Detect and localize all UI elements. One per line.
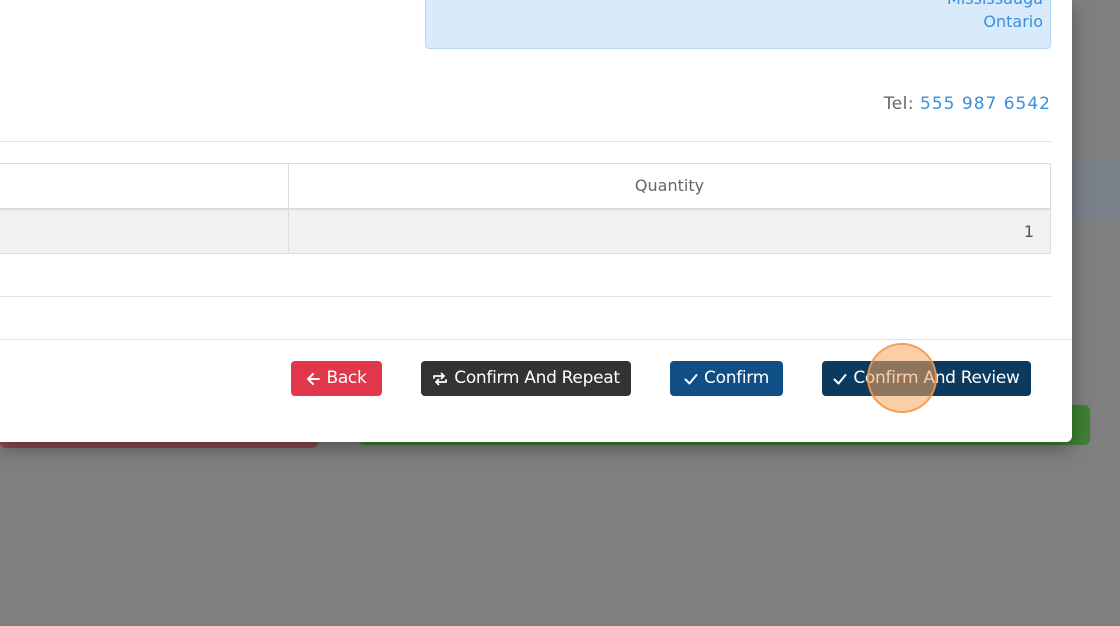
confirm-and-repeat-button[interactable]: Confirm And Repeat xyxy=(421,361,631,396)
confirm-and-review-label: Confirm And Review xyxy=(853,368,1020,388)
address-city[interactable]: Mississauga xyxy=(426,0,1043,10)
table-cell-quantity: 1 xyxy=(288,208,1051,254)
confirm-and-review-button[interactable]: Confirm And Review xyxy=(822,361,1031,396)
confirm-button-label: Confirm xyxy=(704,368,769,388)
tel-label: Tel: xyxy=(883,94,915,114)
back-button[interactable]: Back xyxy=(291,361,382,396)
tel-value[interactable]: 555 987 6542 xyxy=(920,94,1051,114)
divider xyxy=(0,141,1051,142)
back-button-label: Back xyxy=(326,368,367,388)
column-header-item xyxy=(0,163,289,210)
background-panel-strip xyxy=(1072,160,1120,220)
confirmation-modal: Mississauga Ontario Tel: 555 987 6542 Qu… xyxy=(0,0,1072,442)
divider xyxy=(0,296,1051,297)
column-header-quantity: Quantity xyxy=(288,163,1051,210)
address-box: Mississauga Ontario xyxy=(425,0,1051,49)
telephone: Tel: 555 987 6542 xyxy=(884,94,1051,114)
confirm-and-repeat-label: Confirm And Repeat xyxy=(454,368,620,388)
table-header-row: Quantity xyxy=(0,163,1051,210)
footer-divider xyxy=(0,339,1072,340)
arrow-left-icon xyxy=(306,372,321,386)
items-table: Quantity 1 xyxy=(0,163,1051,254)
check-icon xyxy=(833,372,847,386)
address-province[interactable]: Ontario xyxy=(426,10,1043,33)
check-icon xyxy=(684,372,698,386)
table-cell-item xyxy=(0,208,289,254)
confirm-button[interactable]: Confirm xyxy=(670,361,783,396)
table-row: 1 xyxy=(0,208,1051,254)
repeat-icon xyxy=(432,371,448,387)
